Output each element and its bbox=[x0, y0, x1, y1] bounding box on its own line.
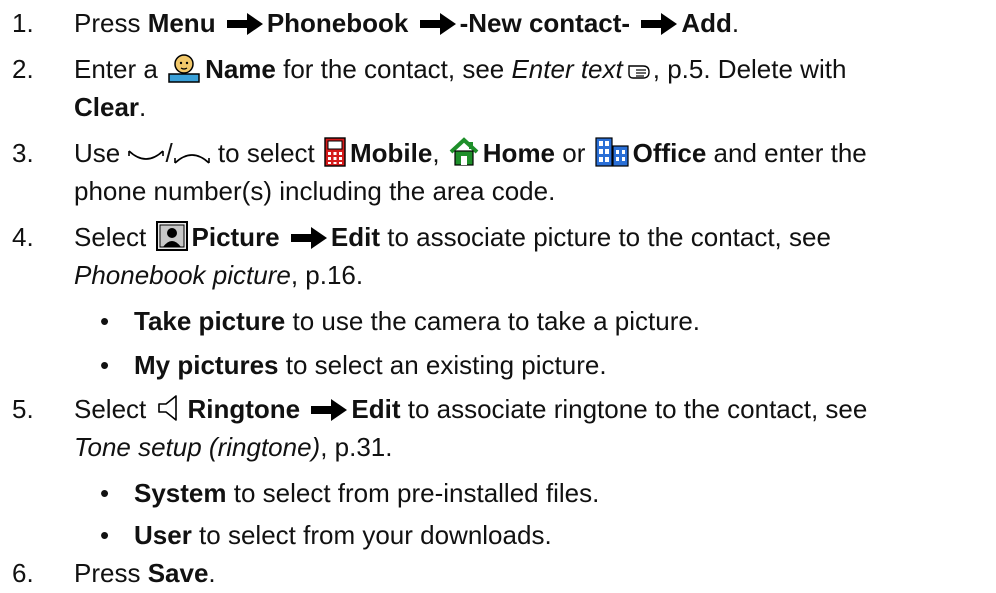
tone-setup-reference: Tone setup (ringtone) bbox=[74, 432, 321, 462]
step-number: 2. bbox=[12, 54, 34, 84]
right-arrow-icon bbox=[290, 227, 327, 249]
right-arrow-icon bbox=[311, 399, 348, 421]
phonebook-label: Phonebook bbox=[266, 8, 409, 38]
picture-label: Picture bbox=[191, 222, 280, 252]
add-label: Add bbox=[681, 8, 732, 38]
ringtone-label: Ringtone bbox=[187, 394, 301, 424]
enter-text-reference: Enter text bbox=[511, 54, 623, 84]
step-number: 5. bbox=[12, 394, 34, 424]
right-arrow-icon bbox=[226, 13, 263, 35]
edit-label: Edit bbox=[351, 394, 401, 424]
step-number: 3. bbox=[12, 138, 34, 168]
nav-up-key-icon bbox=[173, 154, 210, 164]
bullet-dot: • bbox=[100, 478, 110, 508]
new-contact-label: -New contact- bbox=[459, 8, 631, 38]
instruction-page: 1. Press Menu Phonebook -New contact- Ad… bbox=[0, 0, 996, 593]
step-number: 1. bbox=[12, 8, 34, 38]
house-icon bbox=[449, 137, 479, 166]
save-label: Save bbox=[147, 558, 209, 588]
bullet-dot: • bbox=[100, 306, 110, 336]
right-arrow-icon bbox=[419, 13, 456, 35]
mobile-label: Mobile bbox=[349, 138, 433, 168]
office-label: Office bbox=[632, 138, 707, 168]
mobile-phone-icon bbox=[324, 137, 346, 167]
right-arrow-icon bbox=[641, 13, 678, 35]
hand-pointer-icon bbox=[628, 65, 650, 79]
phonebook-picture-reference: Phonebook picture bbox=[74, 260, 291, 290]
person-name-icon bbox=[168, 54, 200, 83]
clear-label: Clear bbox=[74, 92, 140, 122]
menu-label: Menu bbox=[147, 8, 216, 38]
office-building-icon bbox=[595, 137, 629, 167]
home-label: Home bbox=[482, 138, 556, 168]
name-label: Name bbox=[205, 54, 276, 84]
picture-icon bbox=[155, 221, 188, 251]
edit-label: Edit bbox=[330, 222, 380, 252]
bullet-dot: • bbox=[100, 520, 110, 550]
step-number: 4. bbox=[12, 222, 34, 252]
bullet-dot: • bbox=[100, 350, 110, 380]
step-number: 6. bbox=[12, 558, 34, 588]
speaker-icon bbox=[157, 395, 177, 421]
nav-down-key-icon bbox=[128, 150, 165, 160]
